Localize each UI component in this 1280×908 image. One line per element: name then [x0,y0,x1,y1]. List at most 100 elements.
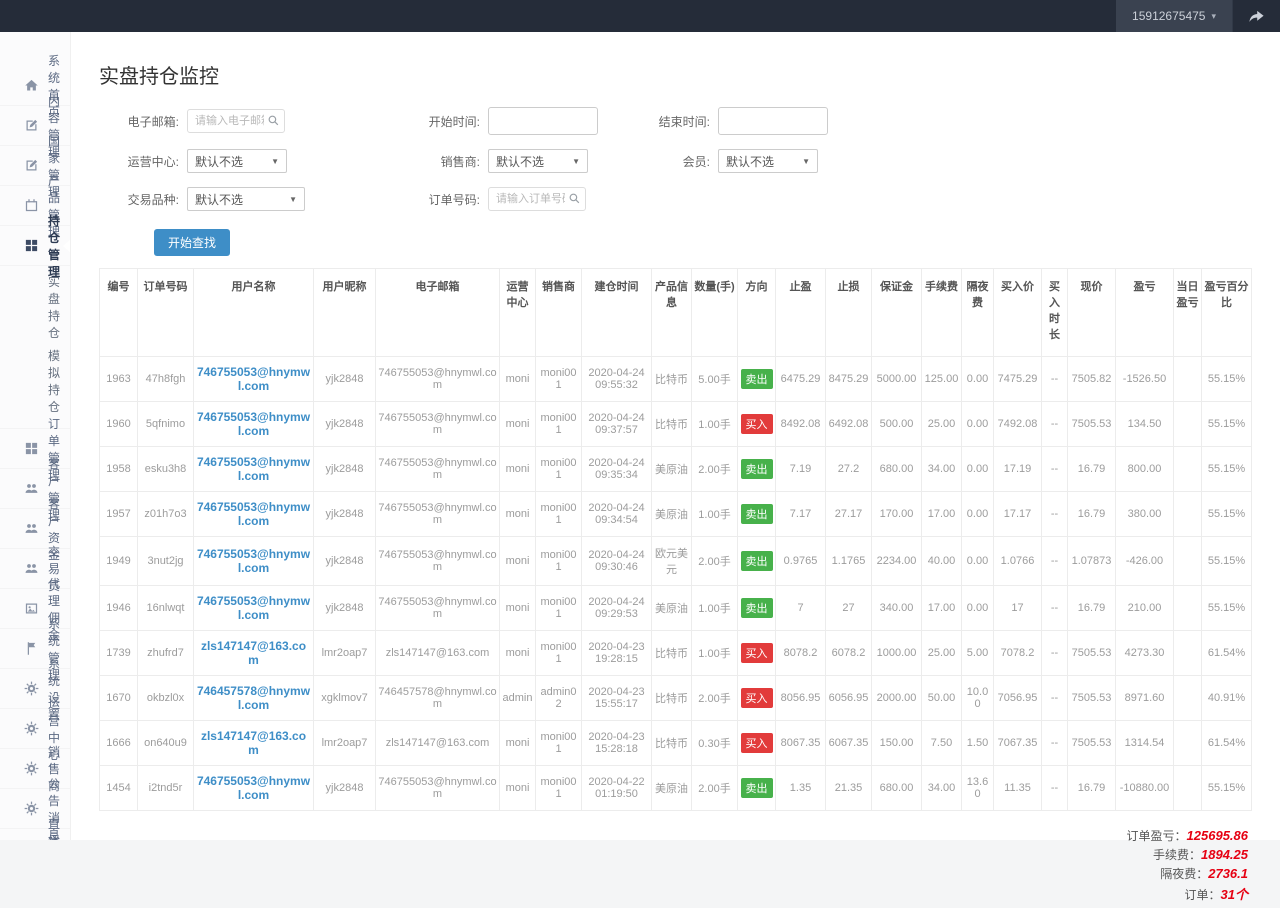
column-header: 电子邮箱 [376,269,500,357]
start-time-input[interactable] [488,107,598,135]
cell: 8971.60 [1116,676,1174,721]
cell: 6067.35 [826,721,872,766]
sell-badge: 卖出 [741,459,773,479]
cell[interactable]: zls147147@163.com [194,631,314,676]
cell[interactable]: 746755053@hnymwl.com [194,766,314,811]
cell: moni [500,537,536,586]
cell: 1739 [100,631,138,676]
cell: 17.00 [922,492,962,537]
buy-badge: 买入 [741,414,773,434]
cell: moni [500,631,536,676]
cell: 50.00 [922,676,962,721]
cell: 1000.00 [872,631,922,676]
logout-button[interactable] [1232,0,1280,32]
cell: 17.19 [994,447,1042,492]
account-dropdown[interactable]: 15912675475 [1116,0,1232,32]
end-time-input[interactable] [718,107,828,135]
cell: 8056.95 [776,676,826,721]
cell: 1.0766 [994,537,1042,586]
operation-center-select[interactable]: 默认不选 [187,149,287,173]
cell: 美原油 [652,447,692,492]
cell: 16.79 [1068,766,1116,811]
column-header: 保证金 [872,269,922,357]
cell [1174,492,1202,537]
cell[interactable]: 746755053@hnymwl.com [194,537,314,586]
cell: 6492.08 [826,402,872,447]
cell: 27.2 [826,447,872,492]
cell: 2020-04-24 09:29:53 [582,586,652,631]
positions-table: 编号订单号码用户名称用户昵称电子邮箱运营中心销售商建仓时间产品信息数量(手)方向… [99,268,1252,811]
cell[interactable]: 746457578@hnymwl.com [194,676,314,721]
cell: 1454 [100,766,138,811]
cell: -- [1042,721,1068,766]
cell: -10880.00 [1116,766,1174,811]
cell[interactable]: 746755053@hnymwl.com [194,357,314,402]
cell[interactable]: 746755053@hnymwl.com [194,586,314,631]
page-title: 实盘持仓监控 [99,60,1252,89]
account-number: 15912675475 [1132,9,1205,23]
cell[interactable]: 746755053@hnymwl.com [194,402,314,447]
cell: 746755053@hnymwl.com [376,586,500,631]
product-select[interactable]: 默认不选 [187,187,305,211]
cell: moni [500,492,536,537]
column-header: 数量(手) [692,269,738,357]
cell: 746755053@hnymwl.com [376,357,500,402]
cell: 21.35 [826,766,872,811]
summary-row: 订单：31个 [1185,884,1248,903]
cell: esku3h8 [138,447,194,492]
cell: -- [1042,537,1068,586]
cell[interactable]: zls147147@163.com [194,721,314,766]
table-header-row: 编号订单号码用户名称用户昵称电子邮箱运营中心销售商建仓时间产品信息数量(手)方向… [100,269,1252,357]
cell: 16.79 [1068,586,1116,631]
direction-cell: 卖出 [738,766,776,811]
cell: 6078.2 [826,631,872,676]
table-row: 1670okbzl0x746457578@hnymwl.comxgklmov77… [100,676,1252,721]
cell: 380.00 [1116,492,1174,537]
cell: 5000.00 [872,357,922,402]
cell: 1.00手 [692,492,738,537]
cell: 1.00手 [692,402,738,447]
direction-cell: 卖出 [738,447,776,492]
table-row: 194616nlwqt746755053@hnymwl.comyjk284874… [100,586,1252,631]
sell-badge: 卖出 [741,778,773,798]
cell: 6056.95 [826,676,872,721]
cell: 比特币 [652,402,692,447]
main-content: 实盘持仓监控 电子邮箱: 开始时间: 结束时间: [71,32,1280,840]
cell[interactable]: 746755053@hnymwl.com [194,447,314,492]
member-select[interactable]: 默认不选 [718,149,818,173]
cell: 680.00 [872,766,922,811]
cell [1174,586,1202,631]
calendar-icon [24,198,39,213]
search-button[interactable]: 开始查找 [154,229,230,256]
cell: 16.79 [1068,492,1116,537]
cell: -- [1042,447,1068,492]
cell: 1.00手 [692,631,738,676]
column-header: 订单号码 [138,269,194,357]
cell: 1960 [100,402,138,447]
cell: 2000.00 [872,676,922,721]
summary-row: 手续费：1894.25 [1153,846,1248,863]
cell: 1949 [100,537,138,586]
cell: yjk2848 [314,357,376,402]
cell: 8078.2 [776,631,826,676]
cell: 150.00 [872,721,922,766]
sidebar-subitem[interactable]: 模拟持仓 [0,344,70,418]
sidebar-item[interactable]: 持仓管理 [0,226,70,266]
cell: 8067.35 [776,721,826,766]
cell: 55.15% [1202,402,1252,447]
cell: 5.00手 [692,357,738,402]
direction-cell: 卖出 [738,537,776,586]
column-header: 盈亏 [1116,269,1174,357]
cell: 2020-04-24 09:35:34 [582,447,652,492]
direction-cell: 买入 [738,676,776,721]
column-header: 销售商 [536,269,582,357]
sales-select[interactable]: 默认不选 [488,149,588,173]
gear-icon [24,681,39,696]
cell: 61.54% [1202,631,1252,676]
sidebar-subitem[interactable]: 实盘持仓 [0,270,70,344]
email-filter-label: 电子邮箱: [99,113,179,130]
sidebar-item[interactable]: 直播管理 [0,829,70,840]
cell[interactable]: 746755053@hnymwl.com [194,492,314,537]
cell: 比特币 [652,357,692,402]
sell-badge: 卖出 [741,369,773,389]
